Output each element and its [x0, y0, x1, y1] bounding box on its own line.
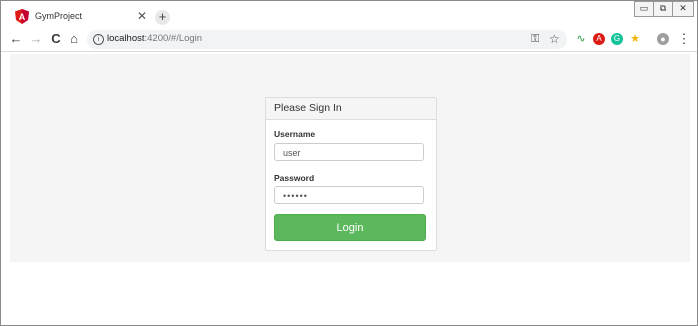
tab-close-icon[interactable]: ✕ [137, 9, 147, 23]
url-path: :4200/#/Login [144, 33, 203, 44]
back-icon[interactable]: ← [9, 32, 23, 46]
password-field[interactable]: •••••• [274, 186, 424, 204]
wave-extension-icon[interactable]: ∿ [575, 33, 587, 45]
title-bar: A GymProject ✕ + ▭ ⧉ ✕ [1, 1, 697, 28]
login-panel: Please Sign In Username user Password ••… [265, 97, 437, 251]
minimize-button[interactable]: ▭ [634, 1, 654, 17]
menu-icon[interactable]: ⋮ [677, 32, 691, 46]
star-extension-icon[interactable]: ★ [629, 33, 641, 45]
close-window-button[interactable]: ✕ [672, 1, 694, 17]
info-icon[interactable]: i [93, 34, 104, 45]
restore-button[interactable]: ⧉ [653, 1, 673, 17]
profile-avatar-icon[interactable]: ● [657, 33, 669, 45]
tab-title: GymProject [35, 11, 83, 21]
grammarly-extension-icon[interactable]: G [611, 33, 623, 45]
svg-text:A: A [19, 12, 26, 22]
username-label: Username [274, 129, 316, 139]
url-text[interactable]: localhost:4200/#/Login [107, 33, 202, 44]
reload-icon[interactable]: C [49, 32, 63, 46]
browser-tab[interactable]: A GymProject ✕ [9, 7, 149, 28]
bookmark-star-icon[interactable]: ☆ [549, 32, 560, 46]
login-button[interactable]: Login [274, 214, 426, 241]
browser-window: A GymProject ✕ + ▭ ⧉ ✕ ← → C ⌂ i localho… [0, 0, 698, 326]
browser-toolbar: ← → C ⌂ i localhost:4200/#/Login ⚿ ☆ ∿ A… [1, 28, 697, 52]
address-bar[interactable]: i localhost:4200/#/Login ⚿ ☆ [87, 30, 567, 49]
home-icon[interactable]: ⌂ [67, 32, 81, 46]
panel-heading: Please Sign In [266, 98, 436, 120]
password-label: Password [274, 173, 315, 183]
username-field[interactable]: user [274, 143, 424, 161]
angular-icon: A [15, 9, 29, 24]
new-tab-button[interactable]: + [155, 10, 170, 25]
angular-extension-icon[interactable]: A [593, 33, 605, 45]
url-host: localhost [107, 33, 145, 44]
forward-icon[interactable]: → [29, 32, 43, 46]
key-icon[interactable]: ⚿ [531, 33, 539, 46]
page-content: Please Sign In Username user Password ••… [10, 54, 690, 262]
